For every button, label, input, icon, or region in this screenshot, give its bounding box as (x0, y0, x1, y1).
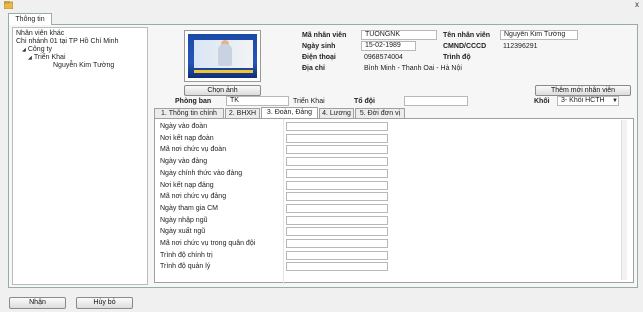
dia-chi-label: Địa chỉ (302, 65, 325, 72)
field-label: Ngày chính thức vào đảng (160, 169, 243, 177)
employee-photo (184, 30, 261, 82)
field-input[interactable] (286, 145, 388, 155)
chevron-down-icon[interactable]: ▼ (612, 98, 618, 104)
close-icon[interactable]: x (635, 0, 639, 9)
ten-nv-label: Tên nhân viên (443, 32, 491, 39)
ma-nv-label: Mã nhân viên (302, 32, 347, 39)
tree-item-label: Nguyễn Kim Tường (53, 62, 115, 69)
ok-button[interactable]: Nhận (9, 297, 66, 309)
dien-thoai-value: 0968574004 (364, 54, 403, 61)
field-input[interactable] (286, 122, 388, 131)
tree-item-label: Nhân viên khác (16, 30, 65, 37)
tree-item[interactable]: Chi nhánh 01 tại TP Hồ Chí Minh (16, 38, 118, 46)
field-input[interactable] (286, 168, 388, 178)
tree-item[interactable]: Nguyễn Kim Tường (53, 62, 114, 70)
field-label: Ngày vào đảng (160, 158, 208, 166)
choose-photo-button[interactable]: Chọn ảnh (184, 85, 261, 96)
expand-arrow-icon[interactable]: ◢ (22, 47, 26, 53)
field-input[interactable] (286, 239, 388, 248)
tree-item[interactable]: Nhân viên khác (16, 30, 64, 38)
cancel-button[interactable]: Hủy bỏ (76, 297, 133, 309)
app-icon (4, 1, 13, 9)
field-label: Mã nơi chức vụ đoàn (160, 146, 227, 154)
tree-item-label: Chi nhánh 01 tại TP Hồ Chí Minh (16, 38, 119, 45)
dien-thoai-label: Điện thoại (302, 54, 336, 61)
field-input[interactable] (286, 250, 388, 260)
phong-ban-name: Triển Khai (293, 98, 325, 105)
department-tree[interactable]: Nhân viên khác Chi nhánh 01 tại TP Hồ Chí… (12, 27, 148, 285)
field-label: Trình độ chính trị (160, 251, 213, 259)
tab-thong-tin[interactable]: Thông tin (8, 13, 52, 25)
ten-nv-field[interactable]: Nguyễn Kim Tường (500, 30, 578, 40)
field-label: Trình độ quản lý (160, 263, 211, 271)
dia-chi-value: Bình Minh - Thanh Oai - Hà Nội (364, 65, 462, 72)
cmnd-label: CMND/CCCD (443, 43, 487, 50)
field-input[interactable] (286, 262, 388, 272)
field-label: Mã nơi chức vụ trong quân đội (160, 240, 256, 247)
field-label: Nơi kết nạp đoàn (160, 134, 214, 142)
field-input[interactable] (286, 180, 388, 190)
field-label: Ngày nhập ngũ (160, 216, 208, 224)
khoi-label: Khối (534, 98, 550, 105)
phong-ban-code-field[interactable]: TK (226, 96, 289, 106)
tree-item-label: Triển Khai (33, 54, 66, 61)
trinh-do-label: Trình độ (443, 54, 471, 61)
to-doi-field[interactable] (404, 96, 468, 106)
ngay-sinh-field[interactable]: 15-02-1989 (361, 41, 416, 51)
field-label: Mã nơi chức vụ đảng (160, 193, 227, 201)
cmnd-value: 112396291 (503, 43, 538, 50)
tree-item-label: Công ty (27, 46, 52, 53)
doan-dang-panel: Ngày vào đoàn Nơi kết nạp đoàn Mã nơi chức… (154, 118, 634, 284)
field-label: Nơi kết nạp đảng (160, 181, 214, 189)
field-label: Ngày tham gia CM (160, 204, 218, 212)
field-input[interactable] (286, 133, 388, 143)
khoi-value: 3- Khối HCTH (561, 97, 605, 104)
field-input[interactable] (286, 192, 388, 202)
field-input[interactable] (286, 215, 388, 225)
ma-nv-field[interactable]: TUONGNK (361, 30, 437, 40)
tree-item[interactable]: ◢ Công ty (22, 46, 52, 54)
field-input[interactable] (286, 227, 388, 237)
tree-item[interactable]: ◢ Triển Khai (28, 54, 66, 62)
field-input[interactable] (286, 157, 388, 167)
phong-ban-label: Phòng ban (175, 98, 212, 105)
khoi-select[interactable]: 3- Khối HCTH (557, 96, 619, 106)
field-label: Ngày xuất ngũ (160, 228, 206, 236)
scrollbar[interactable] (621, 120, 627, 280)
to-doi-label: Tổ đội (354, 98, 375, 105)
ngay-sinh-label: Ngày sinh (302, 43, 336, 50)
add-employee-button[interactable]: Thêm mới nhân viên (535, 85, 631, 96)
field-label: Ngày vào đoàn (160, 123, 208, 130)
field-input[interactable] (286, 203, 388, 213)
expand-arrow-icon[interactable]: ◢ (28, 55, 32, 61)
